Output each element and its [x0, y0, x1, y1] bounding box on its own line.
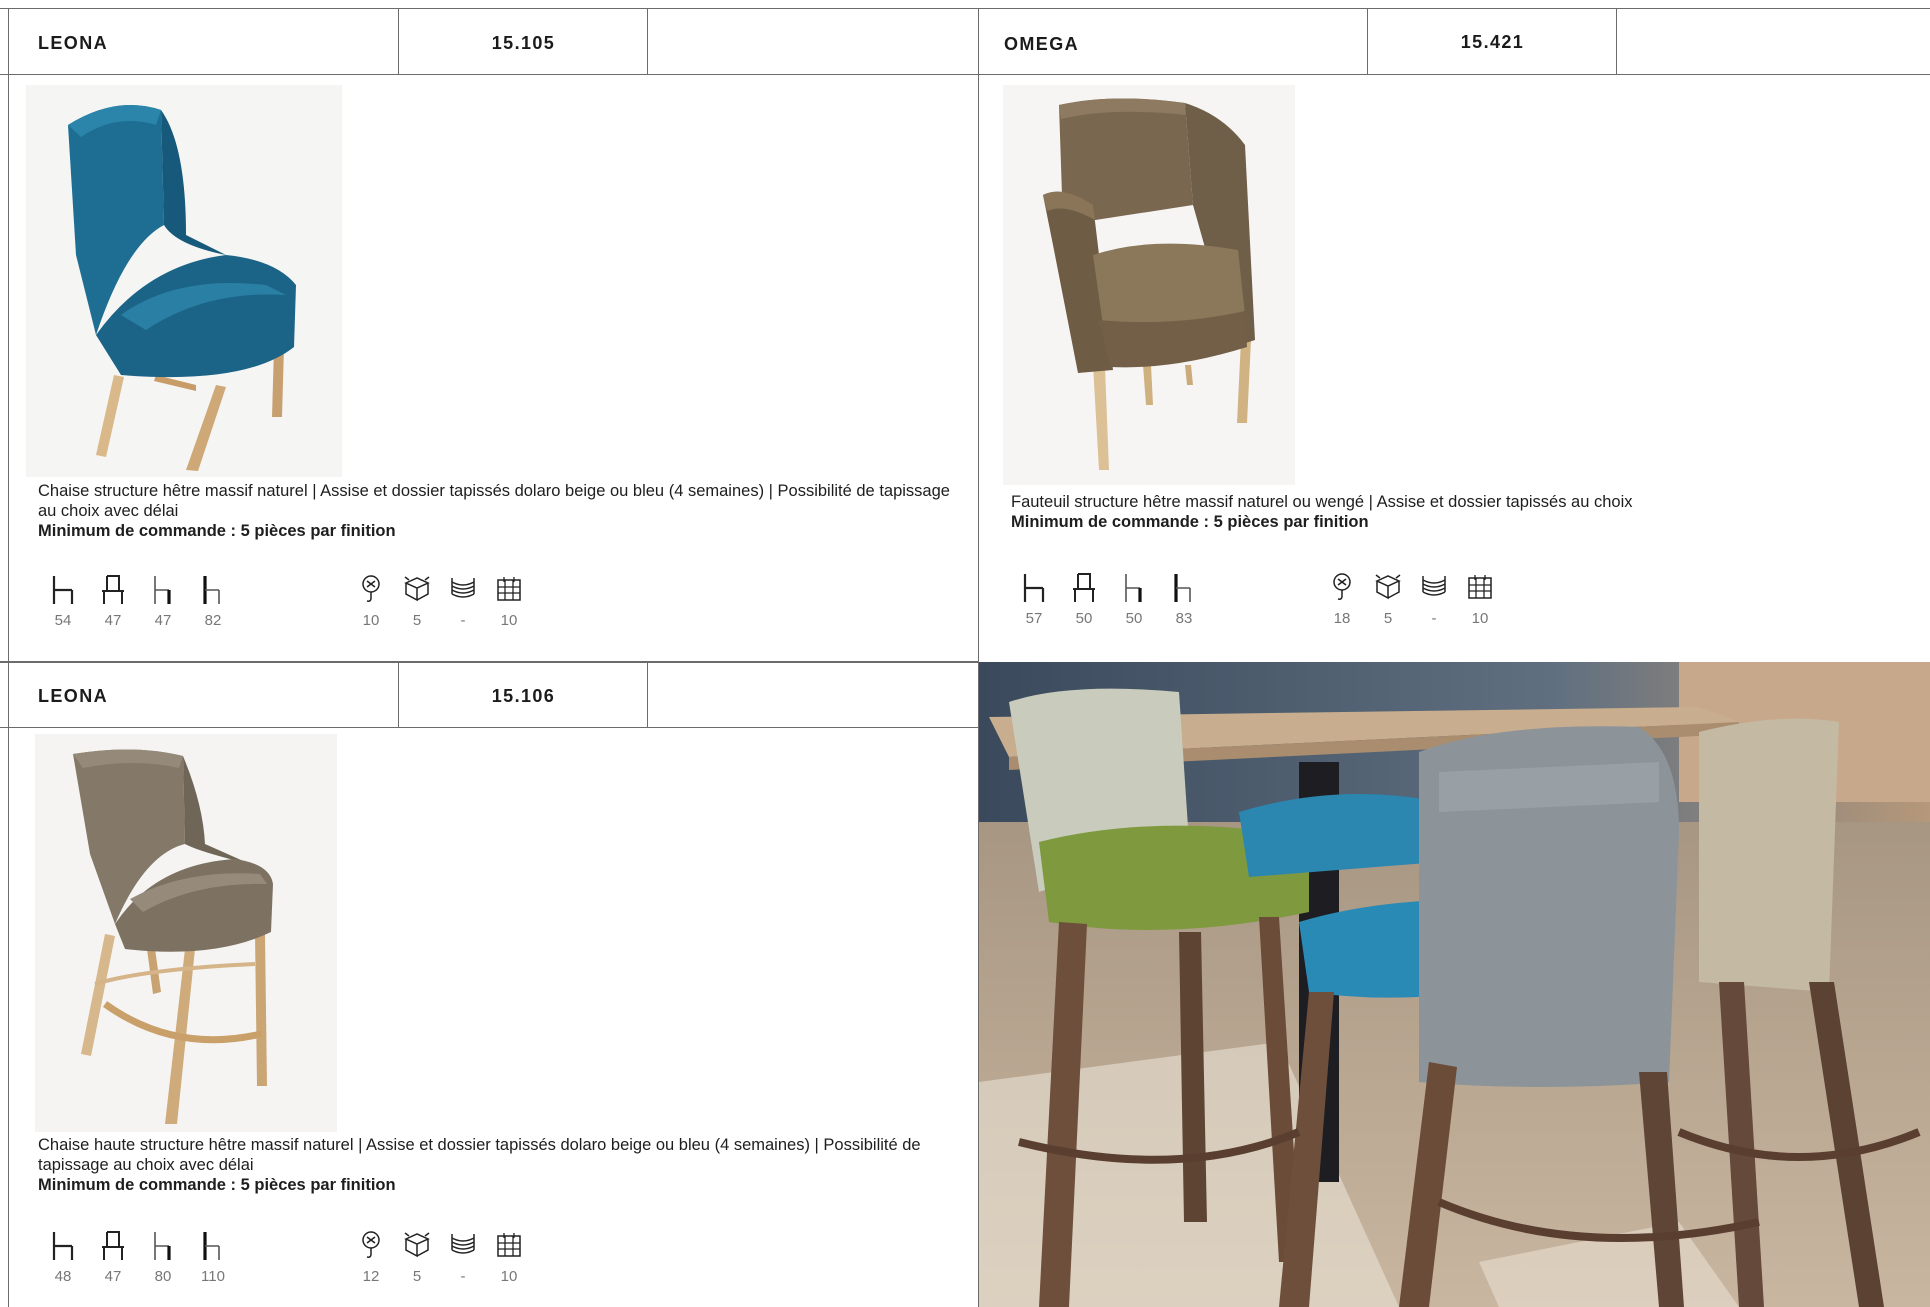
log-item: 10: [486, 574, 532, 629]
dim-item: 82: [188, 574, 238, 629]
dim-item: 47: [88, 1230, 138, 1285]
log-item: 10: [486, 1230, 532, 1285]
product-description: Fauteuil structure hêtre massif naturel …: [1011, 492, 1911, 532]
stacking-value: -: [460, 612, 466, 629]
log-item: 10: [1457, 572, 1503, 627]
dim-item: 110: [188, 1230, 238, 1285]
dim-item: 50: [1109, 572, 1159, 627]
total-height-icon: [203, 576, 220, 604]
dim-item: 48: [38, 1230, 88, 1285]
log-item: 18: [1319, 572, 1365, 627]
width-icon: [1073, 573, 1095, 602]
box-icon: [404, 576, 430, 602]
total-height-icon: [1174, 574, 1191, 602]
brown-armchair-photo: [1003, 85, 1295, 485]
product-code: 15.421: [1460, 32, 1525, 52]
blue-chair-photo: [26, 85, 342, 477]
catalog-page: LEONA 15.105 Chaise structure hêtre mass…: [0, 0, 1930, 1307]
width-value: 47: [104, 612, 122, 629]
log-item: -: [1411, 572, 1457, 627]
seat-height-icon: [154, 576, 171, 604]
dimension-icons: 54 47 47 82 10 5 - 10: [38, 574, 532, 629]
log-item: -: [440, 1230, 486, 1285]
stacking-icon: [451, 578, 475, 598]
dim-item: 47: [88, 574, 138, 629]
product-card: LEONA 15.105 Chaise structure hêtre mass…: [9, 9, 978, 661]
width-icon: [102, 575, 124, 604]
product-card: OMEGA 15.421 Fauteuil structure hêtre ma…: [979, 9, 1930, 661]
width-value: 47: [104, 1268, 122, 1285]
packaging-value: 10: [1471, 610, 1489, 627]
dim-item: 80: [138, 1230, 188, 1285]
seat-height-value: 47: [154, 612, 172, 629]
seat-height-icon: [1125, 574, 1142, 602]
packaging-icon: [1468, 575, 1492, 599]
stacking-icon: [451, 1234, 475, 1254]
log-item: 12: [348, 1230, 394, 1285]
log-item: 5: [394, 1230, 440, 1285]
product-code: 15.106: [491, 686, 556, 706]
description-text: Fauteuil structure hêtre massif naturel …: [1011, 493, 1633, 511]
dim-item: 50: [1059, 572, 1109, 627]
product-name: LEONA: [38, 686, 108, 706]
packaging-icon: [497, 1233, 521, 1257]
total-height-icon: [203, 1232, 220, 1260]
box-value: 5: [1383, 610, 1393, 627]
box-value: 5: [412, 612, 422, 629]
dim-item: 54: [38, 574, 88, 629]
product-description: Chaise haute structure hêtre massif natu…: [38, 1135, 958, 1195]
packaging-value: 10: [500, 612, 518, 629]
log-item: 5: [1365, 572, 1411, 627]
minimum-order: Minimum de commande : 5 pièces par finit…: [38, 1176, 396, 1194]
packaging-icon: [497, 577, 521, 601]
product-card: LEONA 15.106 Chaise haute structure hêtr…: [9, 663, 978, 1307]
box-value: 5: [412, 1268, 422, 1285]
box-icon: [1375, 574, 1401, 600]
dim-item: 83: [1159, 572, 1209, 627]
total-height-value: 83: [1175, 610, 1193, 627]
box-icon: [404, 1232, 430, 1258]
width-icon: [102, 1231, 124, 1260]
weight-value: 10: [362, 612, 380, 629]
depth-value: 48: [54, 1268, 72, 1285]
product-name: LEONA: [38, 33, 108, 53]
width-value: 50: [1075, 610, 1093, 627]
depth-value: 57: [1025, 610, 1043, 627]
total-height-value: 110: [201, 1268, 225, 1285]
product-code: 15.105: [491, 33, 556, 53]
description-text: Chaise haute structure hêtre massif natu…: [38, 1136, 921, 1174]
depth-icon: [1023, 574, 1045, 602]
dim-item: 47: [138, 574, 188, 629]
stacking-value: -: [460, 1268, 466, 1285]
packaging-value: 10: [500, 1268, 518, 1285]
depth-icon: [52, 576, 74, 604]
description-text: Chaise structure hêtre massif naturel | …: [38, 482, 950, 520]
seat-height-value: 80: [154, 1268, 172, 1285]
weight-value: 12: [362, 1268, 380, 1285]
depth-value: 54: [54, 612, 72, 629]
log-item: 10: [348, 574, 394, 629]
stacking-value: -: [1431, 610, 1437, 627]
dimension-icons: 48 47 80 110 12 5 - 10: [38, 1230, 532, 1285]
product-description: Chaise structure hêtre massif naturel | …: [38, 481, 958, 541]
log-item: -: [440, 574, 486, 629]
log-item: 5: [394, 574, 440, 629]
dim-item: 57: [1009, 572, 1059, 627]
stacking-icon: [1422, 576, 1446, 596]
weight-value: 18: [1333, 610, 1351, 627]
total-height-value: 82: [204, 612, 222, 629]
minimum-order: Minimum de commande : 5 pièces par finit…: [1011, 513, 1369, 531]
taupe-bar-stool-photo: [35, 734, 337, 1132]
weight-icon: [362, 575, 380, 602]
depth-icon: [52, 1232, 74, 1260]
weight-icon: [1333, 573, 1351, 600]
minimum-order: Minimum de commande : 5 pièces par finit…: [38, 522, 396, 540]
product-name: OMEGA: [1004, 34, 1080, 54]
dimension-icons: 57 50 50 83 18 5 - 10: [1009, 572, 1503, 627]
bar-stools-lifestyle-photo: [979, 662, 1930, 1307]
seat-height-value: 50: [1125, 610, 1143, 627]
weight-icon: [362, 1231, 380, 1258]
seat-height-icon: [154, 1232, 171, 1260]
